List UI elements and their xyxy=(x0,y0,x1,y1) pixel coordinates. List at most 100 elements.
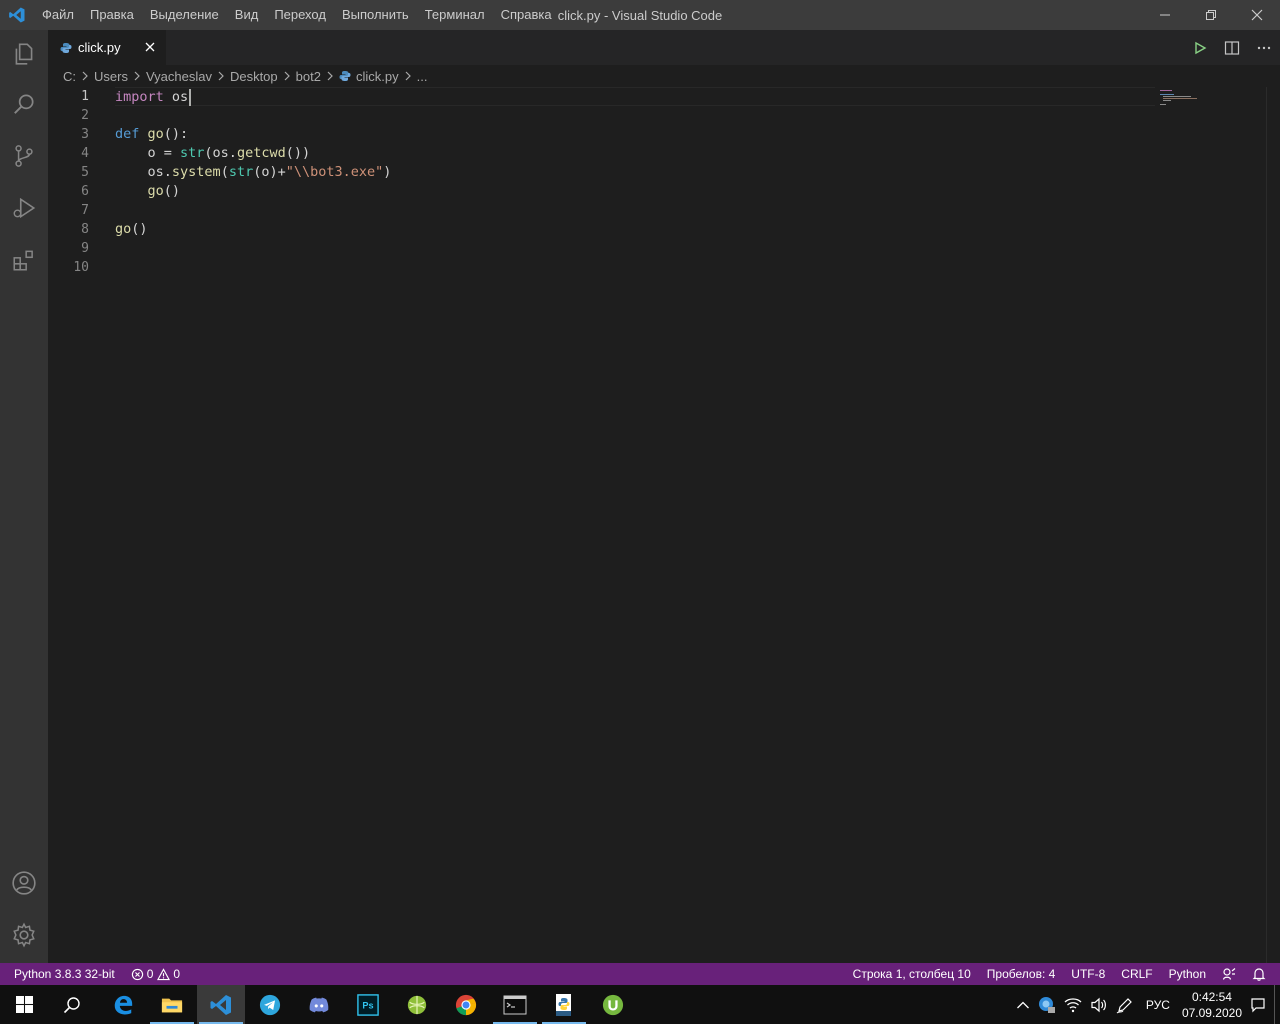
run-file-button[interactable] xyxy=(1184,30,1216,65)
taskbar-utorrent[interactable] xyxy=(589,985,637,1024)
show-hidden-icons-button[interactable] xyxy=(1012,985,1034,1024)
line-endings[interactable]: CRLF xyxy=(1113,963,1160,985)
menu-help[interactable]: Справка xyxy=(493,0,560,30)
breadcrumb-user[interactable]: Vyacheslav xyxy=(146,69,212,84)
encoding[interactable]: UTF-8 xyxy=(1063,963,1113,985)
breadcrumb-folder[interactable]: bot2 xyxy=(296,69,321,84)
search-icon xyxy=(63,996,80,1013)
taskbar-file-explorer[interactable] xyxy=(148,985,196,1024)
minimap[interactable] xyxy=(1155,87,1265,107)
split-editor-icon xyxy=(1224,40,1240,55)
taskbar-edge[interactable] xyxy=(99,985,147,1024)
language-mode[interactable]: Python xyxy=(1161,963,1214,985)
taskbar-terminal[interactable] xyxy=(491,985,539,1024)
code-line[interactable]: go() xyxy=(115,182,1155,201)
network-app-icon xyxy=(1038,996,1055,1013)
breadcrumb-file[interactable]: click.py xyxy=(356,69,399,84)
start-button[interactable] xyxy=(0,985,48,1024)
close-window-button[interactable] xyxy=(1234,0,1280,30)
code-token: system xyxy=(171,164,221,180)
close-icon xyxy=(145,42,155,52)
taskbar-discord[interactable] xyxy=(295,985,343,1024)
input-language[interactable]: РУС xyxy=(1138,985,1178,1024)
code-line[interactable]: o = str(os.getcwd()) xyxy=(115,144,1155,163)
menu-file[interactable]: Файл xyxy=(34,0,82,30)
clock[interactable]: 0:42:54 07.09.2020 xyxy=(1178,985,1246,1024)
accounts-button[interactable] xyxy=(0,859,48,907)
code-line[interactable]: os.system(str(o)+"\\bot3.exe") xyxy=(115,163,1155,182)
wifi-button[interactable] xyxy=(1060,985,1086,1024)
more-actions-button[interactable] xyxy=(1248,30,1280,65)
warning-count: 0 xyxy=(173,967,181,981)
tab-close-button[interactable] xyxy=(142,39,158,55)
action-center-button[interactable] xyxy=(1246,985,1270,1024)
breadcrumb-users[interactable]: Users xyxy=(94,69,128,84)
vscode-logo-icon[interactable] xyxy=(0,0,34,30)
minimize-icon xyxy=(1160,14,1170,16)
line-number: 9 xyxy=(81,241,89,256)
code-line[interactable]: import os xyxy=(115,87,1155,106)
breadcrumb-drive[interactable]: C: xyxy=(63,69,76,84)
extensions-button[interactable] xyxy=(0,236,48,284)
run-debug-button[interactable] xyxy=(0,184,48,232)
source-control-button[interactable] xyxy=(0,132,48,180)
tray-app-icon[interactable] xyxy=(1034,985,1060,1024)
taskbar-app-ball[interactable] xyxy=(393,985,441,1024)
notifications-button[interactable] xyxy=(1244,963,1274,985)
python-interpreter[interactable]: Python 3.8.3 32-bit xyxy=(6,963,123,985)
restore-button[interactable] xyxy=(1188,0,1234,30)
code-line[interactable]: def go(): xyxy=(115,125,1155,144)
code-token: ) xyxy=(383,164,392,180)
code-line[interactable] xyxy=(115,239,1155,258)
code-token: "\\bot3.exe" xyxy=(285,164,384,180)
warning-icon xyxy=(157,967,171,980)
console-icon xyxy=(503,995,527,1014)
manage-button[interactable] xyxy=(0,911,48,959)
window-controls xyxy=(1142,0,1280,30)
code-line[interactable] xyxy=(115,258,1155,277)
taskbar-telegram[interactable] xyxy=(246,985,294,1024)
taskbar-python-launcher[interactable] xyxy=(540,985,588,1024)
tab-click-py[interactable]: click.py xyxy=(48,30,166,65)
feedback-button[interactable] xyxy=(1214,963,1244,985)
pen-button[interactable] xyxy=(1112,985,1138,1024)
line-number: 4 xyxy=(81,146,89,161)
code-editor[interactable]: 1 2 3 4 5 6 7 8 9 10 import os def go(): … xyxy=(48,87,1280,963)
cursor-position[interactable]: Строка 1, столбец 10 xyxy=(845,963,979,985)
minimize-button[interactable] xyxy=(1142,0,1188,30)
speaker-icon xyxy=(1091,997,1106,1012)
gear-icon xyxy=(13,922,35,948)
python-file-icon xyxy=(60,42,72,53)
code-line[interactable] xyxy=(115,106,1155,125)
code-area[interactable]: import os def go(): o = str(os.getcwd()) … xyxy=(115,87,1155,277)
vertical-scrollbar[interactable] xyxy=(1266,87,1280,963)
breadcrumb-desktop[interactable]: Desktop xyxy=(230,69,278,84)
code-line[interactable] xyxy=(115,201,1155,220)
chevron-right-icon xyxy=(280,65,294,87)
menu-view[interactable]: Вид xyxy=(227,0,267,30)
breadcrumb-symbols[interactable]: ... xyxy=(417,69,428,84)
vscode-icon xyxy=(210,994,231,1015)
menu-terminal[interactable]: Терминал xyxy=(417,0,493,30)
show-desktop-button[interactable] xyxy=(1274,985,1280,1024)
taskbar-vscode[interactable] xyxy=(197,985,245,1024)
folder-icon xyxy=(161,998,183,1012)
taskbar-chrome[interactable] xyxy=(442,985,490,1024)
code-token: (os. xyxy=(204,145,237,161)
search-button[interactable] xyxy=(0,80,48,128)
problems-indicator[interactable]: 0 0 xyxy=(123,963,188,985)
split-editor-button[interactable] xyxy=(1216,30,1248,65)
volume-button[interactable] xyxy=(1086,985,1112,1024)
taskbar-photoshop[interactable]: Ps xyxy=(344,985,392,1024)
menu-selection[interactable]: Выделение xyxy=(142,0,227,30)
search-icon xyxy=(14,94,34,114)
code-line[interactable]: go() xyxy=(115,220,1155,239)
svg-text:Ps: Ps xyxy=(362,1000,373,1010)
explorer-button[interactable] xyxy=(0,30,48,78)
menu-edit[interactable]: Правка xyxy=(82,0,142,30)
menu-go[interactable]: Переход xyxy=(266,0,334,30)
indentation[interactable]: Пробелов: 4 xyxy=(979,963,1064,985)
python-file-icon xyxy=(339,70,351,82)
menu-run[interactable]: Выполнить xyxy=(334,0,417,30)
taskbar-search-button[interactable] xyxy=(48,985,96,1024)
